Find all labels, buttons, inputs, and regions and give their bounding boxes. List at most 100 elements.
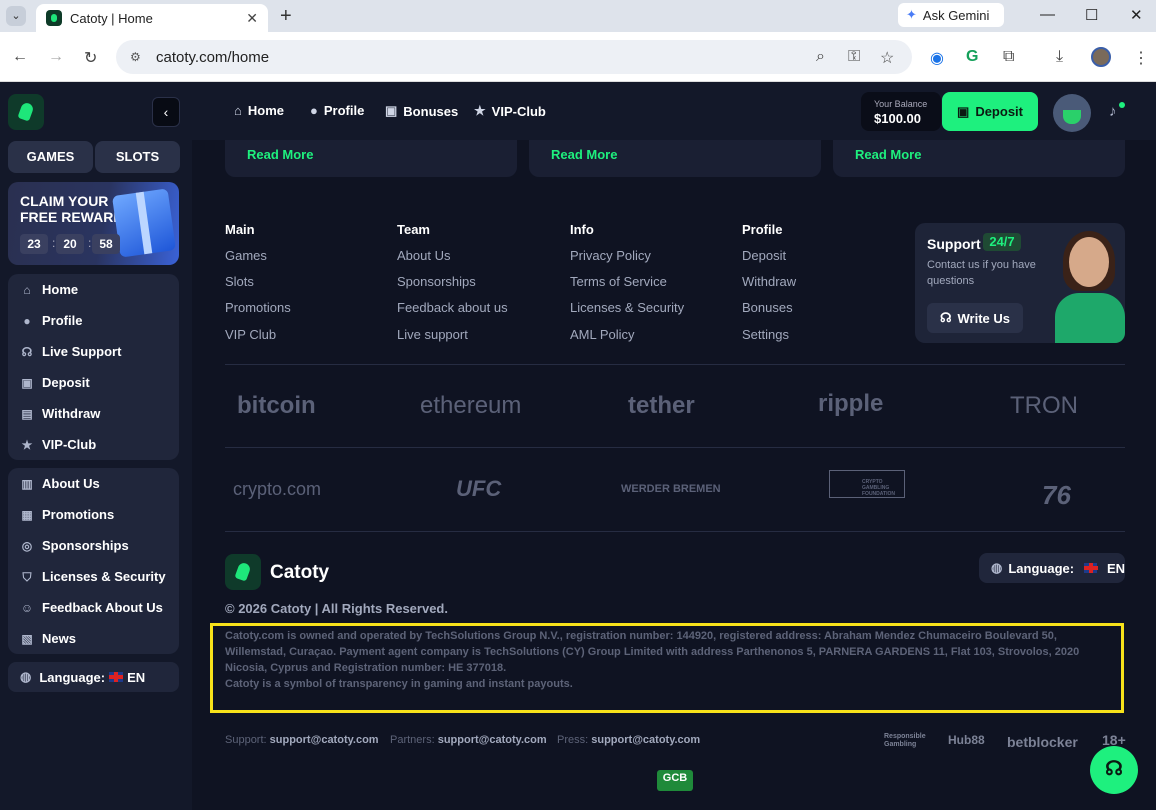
back-icon[interactable]: ← [12, 48, 28, 66]
footer-link[interactable]: About Us [397, 248, 450, 263]
forward-icon[interactable]: → [48, 48, 64, 66]
browser-menu-icon[interactable]: ⋮ [1133, 48, 1149, 68]
deposit-button[interactable]: ▣ Deposit [942, 92, 1038, 131]
sidebar-item-sponsorships[interactable]: ◎ Sponsorships [8, 530, 179, 561]
sidebar-item-about-us[interactable]: ▥ About Us [8, 468, 179, 499]
nav-profile[interactable]: ● Profile [310, 103, 364, 118]
catoty-logo-icon[interactable] [225, 554, 261, 590]
address-bar[interactable]: ⚙ catoty.com/home [116, 40, 912, 74]
language-label: Language: [1008, 560, 1075, 576]
nav-bonuses[interactable]: ▣ Bonuses [385, 103, 458, 119]
timer-hours: 23 [20, 234, 48, 254]
support-agent-image [1055, 231, 1125, 343]
contact-email-link[interactable]: support@catoty.com [591, 734, 700, 746]
timer-minutes: 20 [56, 234, 84, 254]
sidebar-item-profile[interactable]: ● Profile [8, 305, 179, 336]
contact-email-link[interactable]: support@catoty.com [438, 734, 547, 746]
close-tab-icon[interactable]: ✕ [246, 10, 258, 27]
timer-separator: : [52, 236, 56, 250]
tab-search-icon[interactable]: ⌄ [6, 6, 26, 26]
footer-link[interactable]: Promotions [225, 300, 291, 315]
close-window-icon[interactable]: ✕ [1130, 6, 1143, 24]
download-icon[interactable]: ⤓ [1056, 48, 1063, 66]
feedback-icon: ☺ [20, 600, 34, 615]
footer-link[interactable]: Privacy Policy [570, 248, 651, 263]
sidebar-item-promotions[interactable]: ▦ Promotions [8, 499, 179, 530]
sidebar-language-selector[interactable]: ◍ Language: EN [8, 662, 179, 692]
sidebar-item-vip-club[interactable]: ★ VIP-Club [8, 429, 179, 460]
sidebar-item-news[interactable]: ▧ News [8, 623, 179, 654]
footer-link[interactable]: Terms of Service [570, 274, 667, 289]
sidebar-item-licenses-security[interactable]: ⛉ Licenses & Security [8, 561, 179, 592]
nav-home[interactable]: ⌂ Home [234, 103, 284, 118]
sidebar-item-feedback[interactable]: ☺ Feedback About Us [8, 592, 179, 623]
sidebar-item-label: Live Support [42, 344, 122, 359]
catoty-logo-icon[interactable] [8, 94, 44, 130]
footer-link[interactable]: Licenses & Security [570, 300, 684, 315]
timer-separator: : [88, 236, 92, 250]
gcb-seal[interactable]: GCB [657, 770, 693, 791]
new-tab-icon[interactable]: + [280, 5, 292, 28]
sidebar-item-withdraw[interactable]: ▤ Withdraw [8, 398, 179, 429]
footer-column-title: Profile [742, 222, 783, 237]
grammarly-icon[interactable]: G [966, 48, 978, 66]
write-us-label: Write Us [957, 310, 1011, 326]
footer-language-selector[interactable]: ◍ Language: EN [979, 553, 1125, 583]
free-reward-banner[interactable]: CLAIM YOUR FREE REWARD 23 : 20 : 58 [8, 182, 179, 265]
write-us-button[interactable]: ☊ Write Us [927, 303, 1023, 333]
footer-link[interactable]: Live support [397, 327, 468, 342]
password-key-icon[interactable]: ⚿ [848, 48, 860, 66]
footer-link[interactable]: Sponsorships [397, 274, 476, 289]
footer-link[interactable]: Feedback about us [397, 300, 508, 315]
read-more-link[interactable]: Read More [551, 147, 617, 162]
footer-link[interactable]: Games [225, 248, 267, 263]
contact-partners: Partners: support@catoty.com [390, 734, 547, 746]
extensions-puzzle-icon[interactable]: ⧉ [1003, 48, 1014, 66]
maximize-icon[interactable]: ☐ [1085, 6, 1098, 24]
sidebar-item-label: Withdraw [42, 406, 101, 421]
nav-vip-club[interactable]: ★ VIP-Club [474, 103, 546, 119]
live-chat-button[interactable]: ☊ [1090, 746, 1138, 794]
footer-link[interactable]: Withdraw [742, 274, 796, 289]
contact-label: Support: [225, 734, 267, 746]
site-settings-icon[interactable]: ⚙ [130, 50, 146, 64]
bitcoin-logo: bitcoin [237, 392, 316, 419]
bookmark-star-icon[interactable]: ☆ [880, 48, 894, 68]
sidebar-item-deposit[interactable]: ▣ Deposit [8, 367, 179, 398]
footer-link[interactable]: VIP Club [225, 327, 276, 342]
werder-bremen-logo: WERDER BREMEN [621, 483, 721, 495]
footer-link[interactable]: Bonuses [742, 300, 793, 315]
reload-icon[interactable]: ↻ [84, 48, 97, 68]
notification-bell-icon[interactable]: ♪ [1109, 103, 1117, 120]
footer-link[interactable]: Deposit [742, 248, 786, 263]
ticket-icon: ▦ [21, 507, 33, 522]
games-tab[interactable]: GAMES [8, 141, 93, 173]
uk-flag-icon [1084, 563, 1098, 573]
slots-tab[interactable]: SLOTS [95, 141, 180, 173]
extension-blue-icon[interactable]: ◉ [930, 48, 944, 68]
footer-link[interactable]: AML Policy [570, 327, 635, 342]
ask-gemini-button[interactable]: ✦ Ask Gemini [898, 3, 1004, 27]
contact-support: Support: support@catoty.com [225, 734, 379, 746]
responsible-gambling-logo: Responsible Gambling [884, 733, 926, 748]
shield-icon: ⛉ [22, 569, 32, 584]
globe-icon: ◍ [991, 560, 1003, 575]
zoom-icon[interactable]: ⌕ [816, 48, 825, 66]
browser-tab[interactable]: Catoty | Home ✕ [36, 4, 268, 32]
sidebar-item-home[interactable]: ⌂ Home [8, 274, 179, 305]
uk-flag-icon [109, 672, 124, 682]
user-icon: ● [310, 103, 318, 118]
user-avatar[interactable] [1053, 94, 1091, 132]
sidebar-item-live-support[interactable]: ☊ Live Support [8, 336, 179, 367]
tether-logo: tether [628, 392, 695, 419]
contact-email-link[interactable]: support@catoty.com [270, 734, 379, 746]
read-more-link[interactable]: Read More [247, 147, 313, 162]
footer-link[interactable]: Settings [742, 327, 789, 342]
footer-link[interactable]: Slots [225, 274, 254, 289]
read-more-link[interactable]: Read More [855, 147, 921, 162]
minimize-icon[interactable]: — [1040, 6, 1055, 23]
collapse-sidebar-button[interactable]: ‹ [152, 97, 180, 127]
news-icon: ▧ [21, 631, 33, 646]
footer-column-title: Info [570, 222, 594, 237]
browser-profile-avatar[interactable] [1091, 47, 1111, 67]
